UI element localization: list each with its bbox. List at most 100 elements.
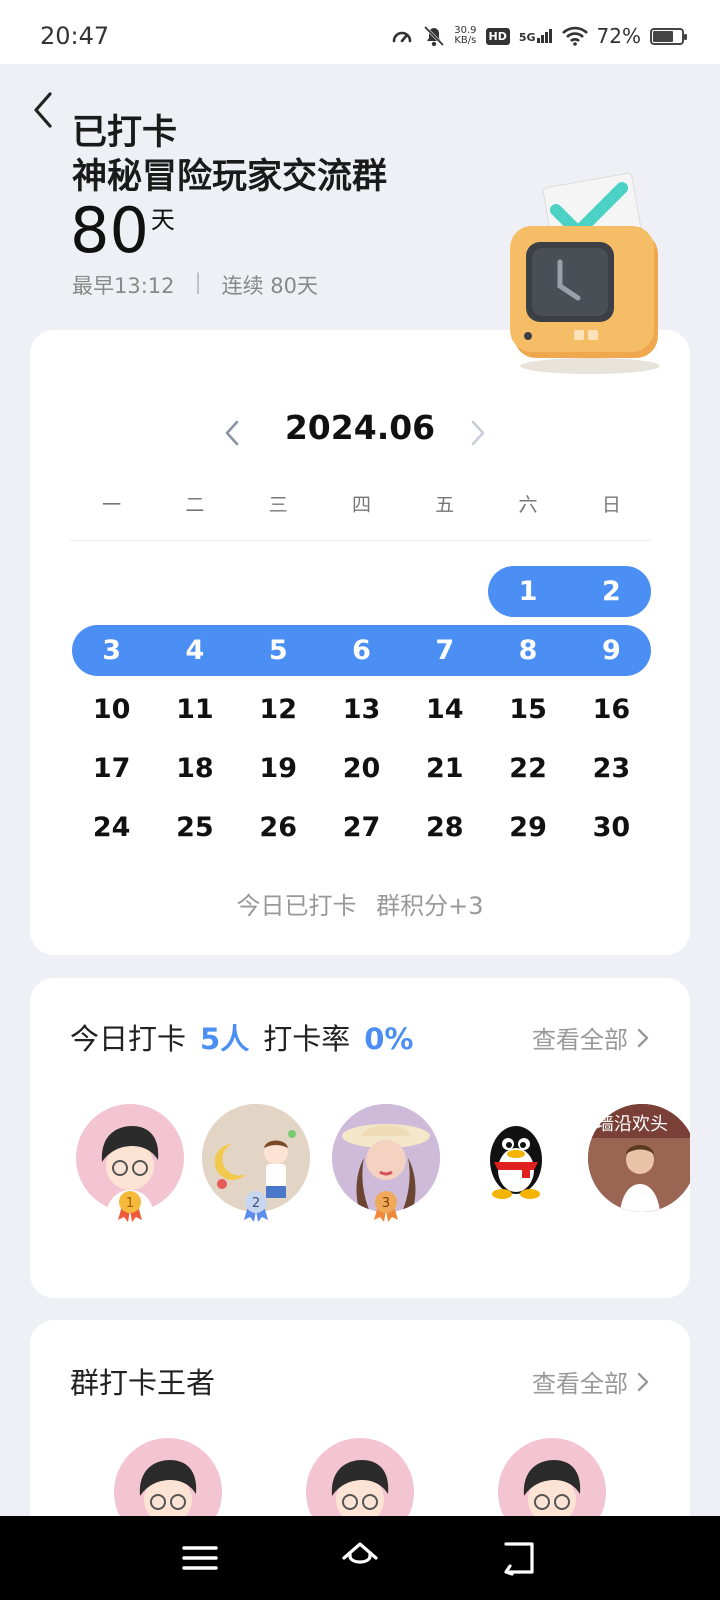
calendar-day[interactable]: 16 bbox=[570, 680, 653, 739]
system-navigation-bar bbox=[0, 1516, 720, 1600]
prev-month-icon[interactable] bbox=[222, 418, 242, 448]
today-checkin-label: 今日打卡 bbox=[70, 1022, 187, 1056]
calendar-divider bbox=[70, 540, 652, 541]
member-avatar[interactable] bbox=[462, 1104, 570, 1212]
calendar-day[interactable]: 20 bbox=[320, 739, 403, 798]
month-label: 2024.06 bbox=[284, 408, 436, 447]
calendar-day[interactable]: 28 bbox=[403, 798, 486, 857]
weekday-label: 一 bbox=[102, 494, 122, 516]
calendar-day[interactable]: 15 bbox=[486, 680, 569, 739]
calendar-day-checked[interactable]: 8 bbox=[486, 621, 569, 680]
today-checked-label: 今日已打卡 bbox=[236, 892, 357, 920]
calendar-day[interactable]: 11 bbox=[153, 680, 236, 739]
calendar-day[interactable]: 24 bbox=[70, 798, 153, 857]
checkin-kings-title: 群打卡王者 bbox=[70, 1366, 216, 1400]
today-checkin-card: 今日打卡 5人 打卡率 0% 查看全部 1 2 3 墙沿欢头 bbox=[30, 978, 690, 1298]
calendar-week-row: 12 bbox=[70, 562, 653, 621]
calendar-day[interactable]: 25 bbox=[153, 798, 236, 857]
calendar-day[interactable]: 13 bbox=[320, 680, 403, 739]
battery-percent: 72% bbox=[596, 24, 641, 48]
battery-level bbox=[653, 30, 674, 42]
speed-meter-icon bbox=[392, 31, 412, 43]
calendar-day-checked[interactable]: 2 bbox=[570, 562, 653, 621]
weekday-label: 五 bbox=[435, 494, 455, 516]
rank-medal-icon: 2 bbox=[244, 1191, 268, 1222]
checkin-kings-see-all-link[interactable]: 查看全部 bbox=[532, 1364, 650, 1399]
calendar-day[interactable]: 21 bbox=[403, 739, 486, 798]
checkin-days: 80 天 bbox=[70, 196, 175, 266]
weekday-label: 四 bbox=[351, 494, 371, 516]
month-switcher: 2024.06 bbox=[30, 408, 690, 447]
streak-days: 连续 80天 bbox=[221, 274, 319, 298]
chevron-right-icon bbox=[637, 1028, 649, 1047]
calendar-day[interactable]: 29 bbox=[486, 798, 569, 857]
today-checkin-status: 今日已打卡 群积分+3 bbox=[30, 886, 690, 921]
network-type: 5G bbox=[518, 31, 536, 44]
status-time: 20:47 bbox=[40, 22, 110, 50]
group-name: 神秘冒险玩家交流群 bbox=[72, 157, 388, 197]
see-all-label: 查看全部 bbox=[532, 1026, 628, 1054]
calendar-day[interactable]: 30 bbox=[570, 798, 653, 857]
calendar-week-row: 10 11 12 13 14 15 16 bbox=[70, 680, 653, 739]
member-avatar[interactable]: 墙沿欢头 bbox=[588, 1104, 690, 1212]
weekday-label: 二 bbox=[185, 494, 205, 516]
checkin-summary: 最早13:12 | 连续 80天 bbox=[72, 270, 318, 300]
today-checkin-see-all-link[interactable]: 查看全部 bbox=[532, 1020, 650, 1055]
see-all-label: 查看全部 bbox=[532, 1370, 628, 1398]
checkin-clock-mascot-illustration bbox=[510, 172, 660, 374]
calendar-day-checked[interactable]: 5 bbox=[237, 621, 320, 680]
weekday-label: 三 bbox=[268, 494, 288, 516]
back-arrow-icon[interactable] bbox=[24, 86, 64, 134]
checkin-rate-value: 0% bbox=[364, 1022, 414, 1056]
checkin-rate-label: 打卡率 bbox=[263, 1022, 351, 1056]
net-speed: 30.9 KB/s bbox=[454, 26, 476, 46]
checkin-days-unit: 天 bbox=[150, 206, 175, 234]
calendar-day[interactable]: 17 bbox=[70, 739, 153, 798]
checkin-days-count: 80 bbox=[70, 194, 149, 267]
chevron-right-icon bbox=[637, 1372, 649, 1391]
qq-penguin-icon bbox=[490, 1126, 542, 1199]
calendar-day[interactable]: 18 bbox=[153, 739, 236, 798]
rank-medal-icon: 3 bbox=[374, 1191, 398, 1222]
summary-separator: | bbox=[194, 270, 202, 294]
home-icon[interactable] bbox=[340, 1538, 380, 1578]
calendar-day[interactable]: 23 bbox=[570, 739, 653, 798]
battery-icon bbox=[650, 27, 687, 45]
back-icon[interactable] bbox=[500, 1538, 540, 1578]
calendar-day-checked[interactable]: 9 bbox=[570, 621, 653, 680]
medal-number: 3 bbox=[382, 1196, 390, 1211]
menu-icon[interactable] bbox=[180, 1538, 220, 1578]
next-month-icon[interactable] bbox=[468, 418, 488, 448]
status-icons: 30.9 KB/s HD 5G 72% bbox=[390, 24, 687, 48]
calendar-day[interactable]: 10 bbox=[70, 680, 153, 739]
calendar-day[interactable]: 27 bbox=[320, 798, 403, 857]
calendar-week-row: 3456789 bbox=[70, 621, 653, 680]
today-checkin-count: 5人 bbox=[200, 1022, 250, 1056]
calendar-day[interactable]: 22 bbox=[486, 739, 569, 798]
medal-number: 2 bbox=[252, 1196, 260, 1211]
weekday-label: 日 bbox=[601, 494, 621, 516]
mute-bell-icon bbox=[424, 25, 445, 47]
calendar-day-checked[interactable]: 4 bbox=[153, 621, 236, 680]
group-points-label: 群积分+3 bbox=[376, 892, 484, 920]
calendar-day[interactable]: 12 bbox=[237, 680, 320, 739]
calendar-grid: 1 2 3 4 5 6 7 8 9 10 11 12 13 14 15 16 17 18 19 20 21 22 23 24 2… bbox=[70, 562, 653, 857]
boy-photo-avatar-image: 墙沿欢头 bbox=[588, 1104, 690, 1212]
status-bar: 20:47 30.9 KB/s HD 5G 72% bbox=[0, 0, 720, 64]
net-speed-unit: KB/s bbox=[454, 35, 477, 46]
calendar-day-checked[interactable]: 1 bbox=[486, 562, 569, 621]
calendar-day-checked[interactable]: 7 bbox=[403, 621, 486, 680]
today-checkin-title: 今日打卡 5人 打卡率 0% bbox=[70, 1016, 413, 1058]
calendar-day-checked[interactable]: 3 bbox=[70, 621, 153, 680]
calendar-day-checked[interactable]: 6 bbox=[320, 621, 403, 680]
calendar-card: 2024.06 一二三四五六日 1 2 3 4 5 6 7 8 9 10 11 12 13 14 15 16 1… bbox=[30, 330, 690, 955]
medal-number: 1 bbox=[126, 1196, 134, 1211]
earliest-time: 最早13:12 bbox=[72, 274, 175, 298]
calendar-day[interactable]: 14 bbox=[403, 680, 486, 739]
calendar-week-row: 24 25 26 27 28 29 30 bbox=[70, 798, 653, 857]
weekday-header: 一二三四五六日 bbox=[70, 490, 653, 517]
calendar-day[interactable]: 26 bbox=[237, 798, 320, 857]
calendar-day[interactable]: 19 bbox=[237, 739, 320, 798]
weekday-label: 六 bbox=[518, 494, 538, 516]
wifi-icon bbox=[561, 26, 588, 46]
